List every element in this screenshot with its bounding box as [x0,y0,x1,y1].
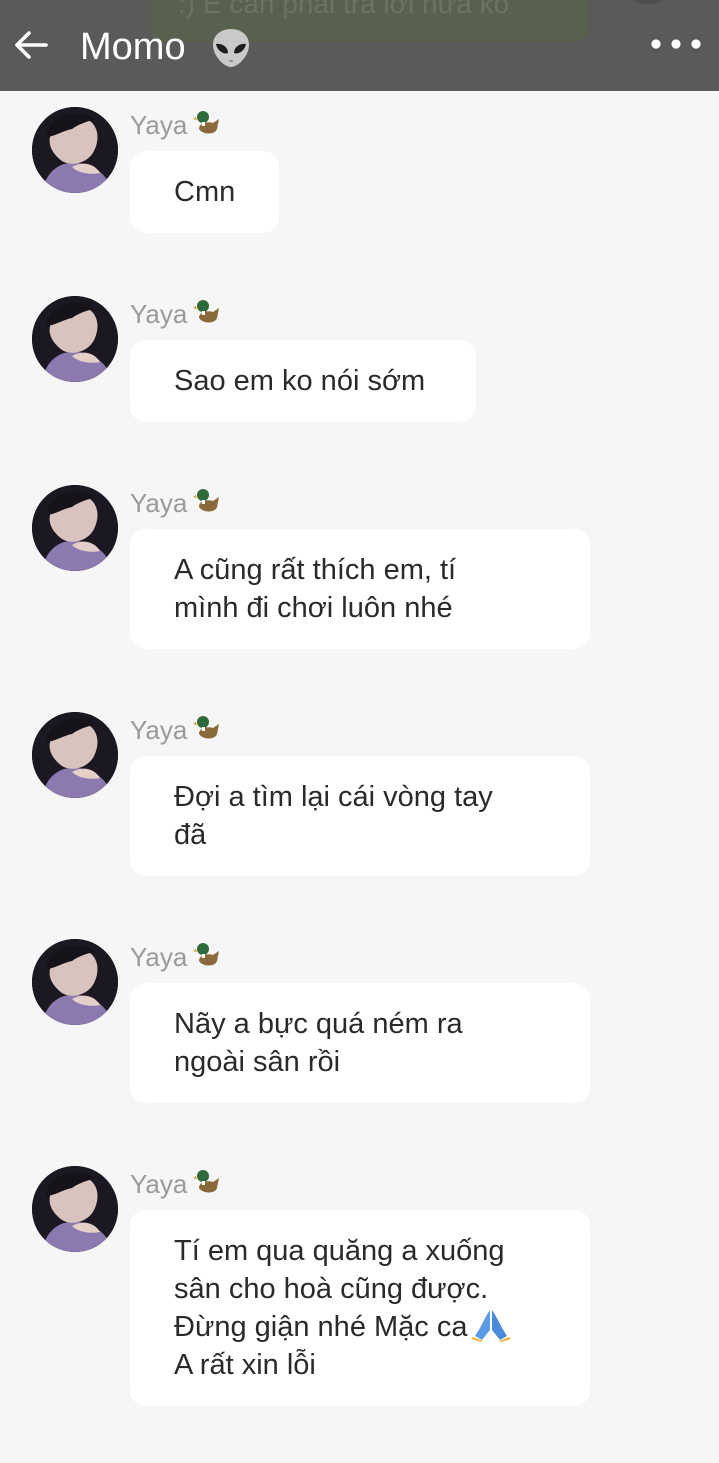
message-line: đã [174,819,207,851]
message-bubble[interactable]: Sao em ko nói sớm [130,340,476,422]
message-line: ngoài sân rồi [174,1046,341,1078]
avatar-photo [32,296,118,382]
sender-name: Yaya [130,1169,188,1199]
avatar[interactable] [32,485,118,571]
sender-name: Yaya [130,488,188,518]
avatar[interactable] [32,1166,118,1252]
message-line: Nãy a bực quá ném ra [174,1008,463,1040]
message-bubble[interactable]: Tí em qua quăng a xuống sân cho hoà cũng… [130,1210,590,1406]
message-bubble[interactable]: Nãy a bực quá ném ra ngoài sân rồi [130,983,590,1103]
message-bubble[interactable]: Đợi a tìm lại cái vòng tay đã [130,756,590,876]
avatar-photo [32,107,118,193]
message-line: mình đi chơi luôn nhé [174,592,453,624]
duck-icon [193,111,219,134]
avatar-photo [32,485,118,571]
more-dots-icon[interactable] [648,32,704,56]
chat-title: Momo [80,26,186,68]
message-line: Sao em ko nói sớm [174,365,426,397]
duck-icon [193,300,219,323]
sender-name: Yaya [130,299,188,329]
avatar[interactable] [32,296,118,382]
back-arrow-icon[interactable] [12,26,50,64]
folded-hands-icon [471,1310,512,1342]
alien-icon [213,29,249,67]
avatar[interactable] [32,939,118,1025]
avatar[interactable] [32,712,118,798]
duck-icon [193,716,219,739]
avatar-photo [32,939,118,1025]
message-line: A rất xin lỗi [174,1349,316,1381]
message-line: Cmn [174,176,236,208]
previous-message-text: :) E cần phải trả lời nữa ko [178,0,510,19]
message-line: Đợi a tìm lại cái vòng tay [174,781,493,813]
sender-name: Yaya [130,110,188,140]
chat-header: :) E cần phải trả lời nữa ko Momo [0,0,719,91]
avatar[interactable] [32,107,118,193]
duck-icon [193,489,219,512]
message-bubble[interactable]: A cũng rất thích em, tí mình đi chơi luô… [130,529,590,649]
message-line: Tí em qua quăng a xuống [174,1235,505,1267]
previous-message-avatar [620,0,676,4]
sender-name: Yaya [130,942,188,972]
message-line-text: Đừng giận nhé Mặc ca [174,1311,468,1343]
sender-name: Yaya [130,715,188,745]
duck-icon [193,1170,219,1193]
duck-icon [193,943,219,966]
avatar-photo [32,1166,118,1252]
avatar-photo [32,712,118,798]
message-line: A cũng rất thích em, tí [174,554,457,586]
message-line-with-emoji: Đừng giận nhé Mặc ca [174,1308,546,1346]
message-line: sân cho hoà cũng được. [174,1273,489,1305]
message-bubble[interactable]: Cmn [130,151,279,233]
